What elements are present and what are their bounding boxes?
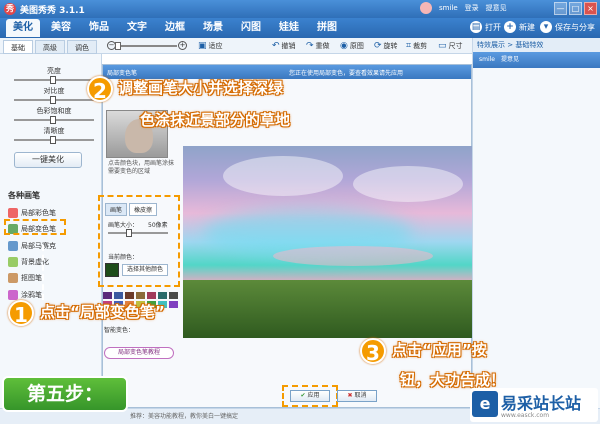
login-link[interactable]: 登录: [465, 3, 479, 13]
fit-icon: ▣: [198, 41, 207, 51]
apply-button[interactable]: ✔ 应用: [290, 390, 330, 402]
other-color-button[interactable]: 选择其他颜色: [122, 264, 168, 276]
brand-logo-icon: e: [472, 391, 498, 417]
tab-accessories[interactable]: 饰品: [82, 19, 116, 37]
size-button[interactable]: ▭ 尺寸: [438, 41, 463, 51]
mosaic-brush-icon: [8, 241, 18, 251]
rotate-button[interactable]: ⟳ 旋转: [374, 41, 398, 51]
current-color-swatch[interactable]: [105, 263, 119, 277]
step3-number: 3: [360, 338, 386, 365]
brand-watermark: e 易采站长站 www.easck.com: [470, 388, 598, 422]
cutout-brush-icon: [8, 273, 18, 283]
tab-makeup[interactable]: 美容: [44, 19, 78, 37]
step-label: 第五步：: [2, 376, 128, 412]
size-icon: ▭: [438, 41, 447, 51]
cancel-button[interactable]: ✖ 取消: [337, 390, 377, 402]
minimize-button[interactable]: —: [554, 2, 567, 15]
brand-name: 易采站长站: [501, 394, 582, 413]
tutorial-button[interactable]: 局部变色笔教程: [104, 347, 174, 359]
right-panel: 特效展示 > 基础特效 smile 提意见: [472, 38, 600, 408]
brush-local-color[interactable]: 局部彩色笔: [8, 208, 56, 218]
close-button[interactable]: ×: [584, 2, 597, 15]
fit-button[interactable]: ▣ 适应: [198, 41, 223, 51]
contrast-slider[interactable]: 对比度: [14, 86, 94, 104]
saturation-slider[interactable]: 色彩饱和度: [14, 106, 94, 124]
one-key-beautify-button[interactable]: 一键美化: [14, 152, 82, 168]
subtab-color[interactable]: 调色: [67, 40, 97, 54]
brush-size-slider[interactable]: [108, 229, 168, 237]
step3-line1: 点击“应用”按: [392, 341, 487, 359]
subtab-advanced[interactable]: 高级: [35, 40, 65, 54]
folder-icon: ▤: [470, 21, 482, 33]
color-brush-icon: [8, 208, 18, 218]
user-area: smile 登录 提意见: [420, 2, 507, 14]
edited-photo[interactable]: [183, 146, 491, 338]
zoom-in-icon[interactable]: +: [178, 41, 187, 50]
brush-size-label: 画笔大小：: [108, 222, 139, 229]
original-icon: ◉: [340, 41, 348, 51]
menu-bar: 美化 美容 饰品 文字 边框 场景 闪图 娃娃 拼图 ▤ 打开 + 新建 ▾ 保存与分…: [0, 18, 600, 38]
brush-highlight-box: [4, 219, 66, 235]
right-user-row: smile 提意见: [473, 52, 600, 68]
maximize-button[interactable]: □: [569, 2, 582, 15]
step1-number: 1: [8, 300, 34, 327]
brush-size-value: 50像素: [148, 222, 168, 229]
undo-icon: ↶: [272, 41, 280, 51]
subtab-basic[interactable]: 基础: [3, 40, 33, 54]
brush-section-title: 各种画笔: [8, 191, 40, 200]
new-button[interactable]: + 新建: [504, 21, 535, 33]
brush-cutout[interactable]: 抠图笔: [8, 273, 42, 283]
undo-button[interactable]: ↶ 撤销: [272, 41, 296, 51]
brush-doodle[interactable]: 涂鸦笔: [8, 290, 42, 300]
effects-breadcrumb[interactable]: 特效展示 > 基础特效: [473, 38, 600, 52]
sharpness-slider[interactable]: 清晰度: [14, 126, 94, 144]
app-title: 美图秀秀 3.1.1: [20, 6, 85, 16]
brush-mosaic[interactable]: 局部马赛克: [8, 241, 56, 251]
blur-brush-icon: [8, 257, 18, 267]
current-color-label: 当前颜色：: [108, 254, 139, 261]
crop-button[interactable]: ⌗ 裁剪: [406, 41, 427, 51]
avatar[interactable]: [420, 2, 432, 14]
save-share-button[interactable]: ▾ 保存与分享: [540, 21, 595, 33]
doodle-brush-icon: [8, 290, 18, 300]
tab-scene[interactable]: 场景: [196, 19, 230, 37]
dialog-description: 点击颜色块，用画笔涂抹需要变色的区域: [108, 160, 175, 175]
tab-text[interactable]: 文字: [120, 19, 154, 37]
user-name[interactable]: smile: [439, 4, 458, 12]
step1-text: 点击“局部变色笔”: [40, 303, 165, 321]
smart-recolor-label: 智能变色：: [104, 327, 135, 334]
tab-flash[interactable]: 闪图: [234, 19, 268, 37]
redo-button[interactable]: ↷ 重做: [306, 41, 330, 51]
open-button[interactable]: ▤ 打开: [470, 21, 501, 33]
cancel-icon: ✖: [347, 392, 353, 399]
tab-doll[interactable]: 娃娃: [272, 19, 306, 37]
brightness-slider[interactable]: 亮度: [14, 66, 94, 84]
erase-mode-button[interactable]: 橡皮擦: [129, 203, 158, 216]
app-logo-icon: 秀: [4, 3, 16, 15]
redo-icon: ↷: [306, 41, 314, 51]
step3-line2: 钮，大功告成！: [400, 371, 506, 389]
step2-number: 2: [87, 76, 113, 103]
rotate-icon: ⟳: [374, 41, 382, 51]
zoom-slider[interactable]: − +: [107, 41, 187, 51]
original-button[interactable]: ◉ 原图: [340, 41, 364, 51]
feedback-link[interactable]: 提意见: [486, 3, 507, 13]
paint-mode-button[interactable]: 画笔: [105, 203, 128, 216]
brand-url: www.easck.com: [501, 412, 550, 419]
tab-beautify[interactable]: 美化: [6, 19, 40, 37]
check-icon: ✔: [300, 392, 306, 399]
dialog-title-bar: 局部变色笔 您正在使用局部变色，要查看效果请先应用: [103, 65, 471, 79]
tab-collage[interactable]: 拼图: [310, 19, 344, 37]
title-bar: 秀 美图秀秀 3.1.1 smile 登录 提意见 — □ ×: [0, 0, 600, 18]
plus-icon: +: [504, 21, 516, 33]
crop-icon: ⌗: [406, 41, 412, 51]
step2-line1: 调整画笔大小并选择深绿: [118, 79, 284, 97]
tab-frame[interactable]: 边框: [158, 19, 192, 37]
save-icon: ▾: [540, 21, 552, 33]
step1-arrow: [42, 245, 44, 300]
step2-line2: 色涂抹近景部分的草地: [140, 111, 291, 129]
